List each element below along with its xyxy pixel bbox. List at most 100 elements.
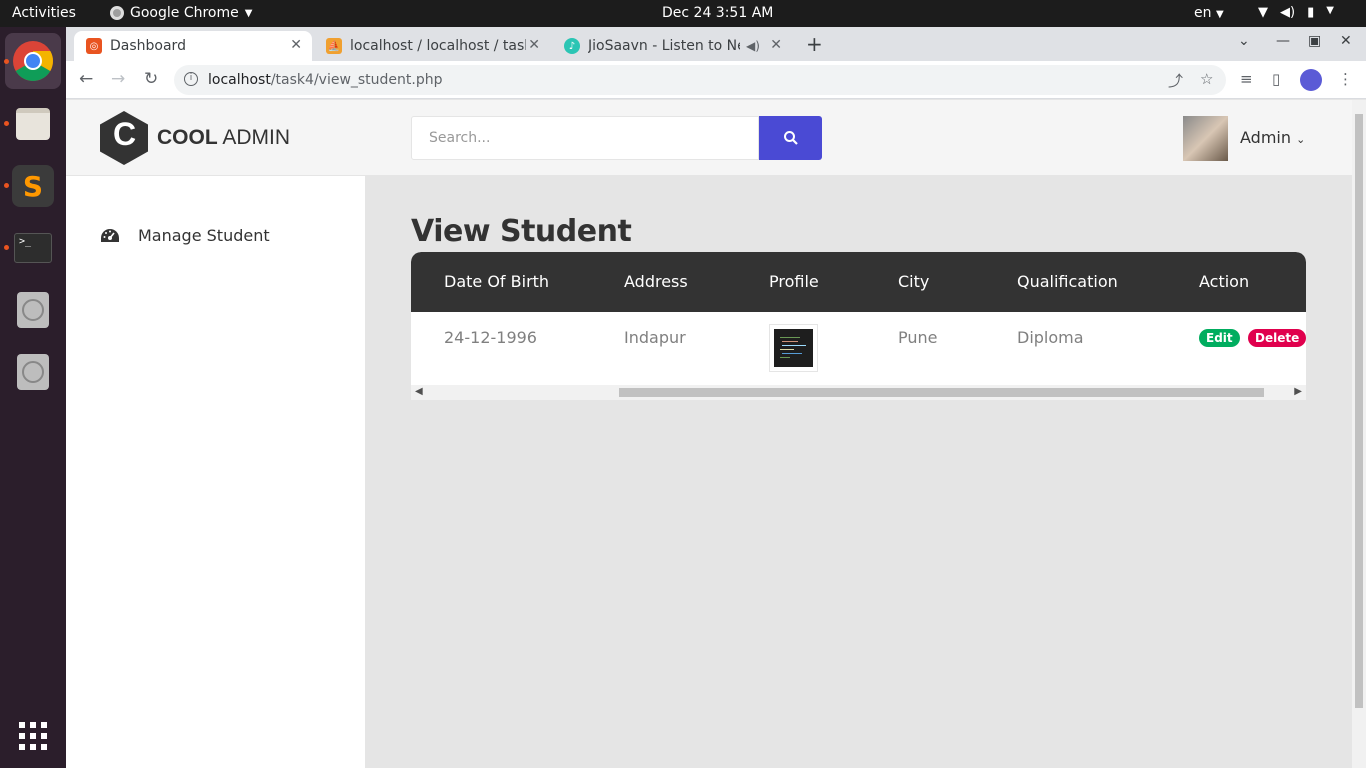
chevron-down-icon: ⌄ — [1296, 133, 1306, 146]
back-arrow-icon[interactable]: ← — [79, 69, 93, 89]
cell-address: Indapur — [624, 328, 686, 347]
reload-icon[interactable]: ↻ — [144, 69, 158, 89]
restore-icon[interactable]: ▣ — [1308, 33, 1321, 49]
activities-button[interactable]: Activities — [12, 5, 76, 21]
clock[interactable]: Dec 24 3:51 AM — [662, 5, 773, 21]
web-page: C COOL ADMIN Manage Student Admin ⌄ View… — [66, 100, 1352, 768]
phpmyadmin-icon: ⛵ — [326, 38, 342, 54]
vertical-scrollbar[interactable] — [1352, 100, 1366, 768]
favicon-icon: ◎ — [86, 38, 102, 54]
dock-disk-2[interactable] — [12, 351, 54, 393]
show-applications-button[interactable] — [12, 715, 54, 757]
edit-button[interactable]: Edit — [1199, 329, 1240, 347]
horizontal-scrollbar[interactable]: ◀ ▶ — [411, 385, 1306, 400]
column-header-city: City — [898, 272, 930, 291]
search-input[interactable] — [411, 116, 759, 160]
running-indicator — [4, 183, 9, 188]
tab-title: JioSaavn - Listen to New — [588, 38, 740, 54]
tab-title: Dashboard — [110, 38, 186, 54]
tab-dashboard[interactable]: ◎ Dashboard ✕ — [74, 31, 312, 61]
brand-name-bold: COOL — [157, 126, 218, 149]
volume-icon: ◀) — [1280, 5, 1296, 20]
files-icon — [16, 108, 50, 140]
battery-icon: ▮ — [1307, 5, 1315, 20]
cell-dob: 24-12-1996 — [444, 328, 537, 347]
chevron-down-icon: ▼ — [1326, 5, 1334, 16]
chevron-down-icon: ▼ — [1215, 9, 1224, 20]
close-tab-icon[interactable]: ✕ — [770, 37, 782, 53]
system-tray[interactable]: ▼ ◀) ▮ ▼ — [1258, 5, 1334, 20]
chevron-down-icon: ▼ — [244, 7, 253, 19]
dock-files[interactable] — [12, 103, 54, 145]
page-title: View Student — [411, 214, 632, 249]
jiosaavn-icon: ♪ — [564, 38, 580, 54]
scrollbar-thumb[interactable] — [619, 388, 1264, 397]
tab-jiosaavn[interactable]: ♪ JioSaavn - Listen to New ◀) ✕ — [552, 31, 792, 61]
new-tab-button[interactable]: + — [806, 32, 823, 56]
profile-avatar[interactable] — [1300, 69, 1322, 91]
search-button[interactable] — [759, 116, 822, 160]
table-header: Date Of Birth Address Profile City Quali… — [411, 252, 1306, 312]
column-header-qualification: Qualification — [1017, 272, 1118, 291]
system-top-bar: Activities Google Chrome ▼ Dec 24 3:51 A… — [0, 0, 1366, 27]
student-table: Date Of Birth Address Profile City Quali… — [411, 252, 1306, 400]
chrome-icon — [110, 6, 124, 20]
dock: S >_ — [0, 27, 66, 768]
scrollbar-thumb[interactable] — [1355, 114, 1363, 708]
site-info-icon[interactable]: i — [184, 72, 198, 86]
user-name: Admin — [1240, 128, 1291, 147]
wifi-icon: ▼ — [1258, 5, 1268, 20]
tab-phpmyadmin[interactable]: ⛵ localhost / localhost / task ✕ — [314, 31, 550, 61]
column-header-action: Action — [1199, 272, 1250, 291]
audio-playing-icon[interactable]: ◀) — [746, 39, 760, 53]
close-tab-icon[interactable]: ✕ — [528, 37, 540, 53]
scroll-left-icon[interactable]: ◀ — [415, 386, 423, 397]
url-path: /task4/view_student.php — [270, 72, 443, 88]
page-header: Admin ⌄ — [366, 100, 1352, 176]
kebab-menu-icon[interactable]: ⋮ — [1338, 70, 1353, 88]
bookmark-star-icon[interactable]: ☆ — [1200, 70, 1213, 88]
logo-letter: C — [113, 116, 137, 152]
cell-city: Pune — [898, 328, 938, 347]
sublime-text-icon: S — [22, 169, 44, 203]
logo[interactable]: C COOL ADMIN — [66, 100, 366, 176]
brand-name-regular: ADMIN — [217, 126, 291, 149]
browser-toolbar: ← → ↻ i localhost/task4/view_student.php… — [66, 61, 1366, 99]
avatar[interactable] — [1183, 116, 1228, 161]
media-controls-icon[interactable]: ≡ — [1240, 70, 1253, 88]
minimize-icon[interactable]: — — [1276, 33, 1290, 49]
cell-qualification: Diploma — [1017, 328, 1084, 347]
language-indicator[interactable]: en ▼ — [1194, 5, 1224, 21]
app-grid-icon — [19, 722, 47, 750]
dashboard-gauge-icon — [101, 228, 119, 242]
dock-sublime-text[interactable]: S — [12, 165, 54, 207]
address-bar[interactable]: i localhost/task4/view_student.php — [174, 65, 1226, 95]
forward-arrow-icon[interactable]: → — [111, 69, 125, 89]
running-indicator — [4, 59, 9, 64]
close-window-icon[interactable]: ✕ — [1340, 33, 1352, 49]
dock-disk-1[interactable] — [12, 289, 54, 331]
brand-name: COOL ADMIN — [157, 126, 290, 150]
running-indicator — [4, 245, 9, 250]
share-icon[interactable]: ⤴ — [1168, 70, 1183, 91]
user-menu[interactable]: Admin ⌄ — [1240, 128, 1305, 147]
delete-button[interactable]: Delete — [1248, 329, 1306, 347]
dock-chrome[interactable] — [5, 33, 61, 89]
side-panel-icon[interactable]: ▯ — [1272, 70, 1280, 88]
sidebar-item-label: Manage Student — [138, 226, 270, 245]
sidebar-item-manage-student[interactable]: Manage Student — [100, 226, 270, 245]
app-menu-label: Google Chrome — [130, 5, 239, 21]
terminal-icon: >_ — [14, 233, 52, 263]
tab-search-icon[interactable]: ⌄ — [1238, 33, 1250, 49]
close-tab-icon[interactable]: ✕ — [290, 37, 302, 53]
profile-image[interactable] — [769, 324, 818, 372]
app-menu[interactable]: Google Chrome ▼ — [110, 5, 252, 21]
url-host: localhost — [208, 72, 271, 88]
scroll-right-icon[interactable]: ▶ — [1294, 386, 1302, 397]
column-header-address: Address — [624, 272, 688, 291]
dock-terminal[interactable]: >_ — [12, 227, 54, 269]
column-header-profile: Profile — [769, 272, 819, 291]
tab-strip: ◎ Dashboard ✕ ⛵ localhost / localhost / … — [66, 27, 1366, 61]
disk-icon — [17, 354, 49, 390]
column-header-dob: Date Of Birth — [444, 272, 550, 291]
